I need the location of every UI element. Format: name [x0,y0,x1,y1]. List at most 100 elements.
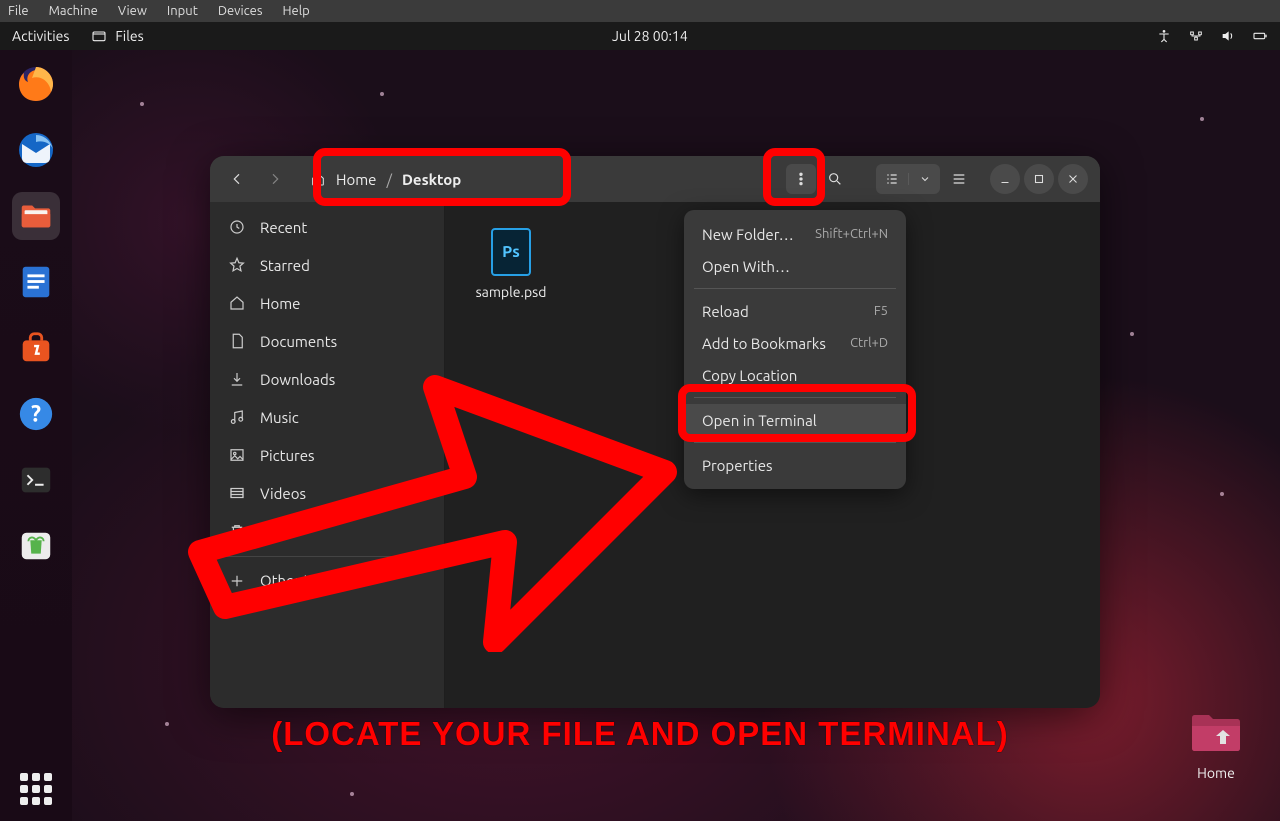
ctx-kbd: Ctrl+D [850,336,888,350]
vbox-menu-help[interactable]: Help [283,4,310,18]
desktop-home-folder[interactable]: Home [1190,710,1242,781]
sidebar-item-starred[interactable]: Starred [210,246,444,284]
breadcrumb-home[interactable]: Home [336,171,376,188]
accessibility-icon[interactable] [1156,28,1172,44]
show-applications[interactable] [20,773,52,805]
sidebar-item-label: Music [260,409,299,426]
location-menu-button[interactable] [786,164,816,194]
sidebar-item-label: Documents [260,333,337,350]
chevron-down-icon [919,173,931,185]
psd-icon: Ps [491,228,531,276]
ctx-label: Properties [702,457,773,474]
ctx-label: Add to Bookmarks [702,335,826,352]
folder-icon [1190,710,1242,754]
sidebar-item-label: Home [260,295,300,312]
ctx-open-terminal[interactable]: Open in Terminal [684,404,906,436]
vbox-menu-input[interactable]: Input [167,4,198,18]
star-icon [228,256,246,274]
desktop: Activities Files Jul 28 00:14 [0,22,1280,821]
titlebar: Home / Desktop [210,156,1100,202]
ctx-separator [694,397,896,398]
help-icon: ? [17,395,55,433]
home-icon [310,171,326,187]
dock-files[interactable] [12,192,60,240]
sidebar-item-label: Trash [260,523,296,540]
trash-icon [17,527,55,565]
list-view-icon [884,171,900,187]
sidebar-item-label: Videos [260,485,306,502]
home-icon [228,294,246,312]
music-icon [228,408,246,426]
places-sidebar: Recent Starred Home Documents Downloads … [210,202,445,708]
dock-thunderbird[interactable] [12,126,60,174]
ctx-reload[interactable]: ReloadF5 [684,295,906,327]
dock-software[interactable] [12,324,60,372]
dock-terminal[interactable] [12,456,60,504]
vbox-menu-file[interactable]: File [8,4,29,18]
activities-button[interactable]: Activities [12,28,69,44]
sidebar-item-pictures[interactable]: Pictures [210,436,444,474]
software-icon [17,329,55,367]
file-sample-psd[interactable]: Ps sample.psd [471,228,551,300]
dock-help[interactable]: ? [12,390,60,438]
view-mode-switch[interactable] [876,164,940,194]
ctx-add-bookmark[interactable]: Add to Bookmarks Ctrl+D [684,327,906,359]
sidebar-item-label: Downloads [260,371,335,388]
ctx-copy-location[interactable]: Copy Location [684,359,906,391]
files-app-icon [91,28,107,44]
sidebar-item-other-locations[interactable]: Other Locations [210,556,444,594]
sidebar-item-downloads[interactable]: Downloads [210,360,444,398]
sidebar-item-documents[interactable]: Documents [210,322,444,360]
sidebar-item-trash[interactable]: Trash [210,512,444,550]
ctx-new-folder[interactable]: New Folder…Shift+Ctrl+N [684,218,906,250]
ctx-properties[interactable]: Properties [684,449,906,481]
nav-back-button[interactable] [222,164,252,194]
battery-icon[interactable] [1252,28,1268,44]
breadcrumb[interactable]: Home / Desktop [298,162,473,196]
terminal-icon [17,461,55,499]
vbox-menu-view[interactable]: View [118,4,147,18]
maximize-button[interactable] [1024,164,1054,194]
volume-icon[interactable] [1220,28,1236,44]
sidebar-item-music[interactable]: Music [210,398,444,436]
ctx-kbd: F5 [874,304,888,318]
dock-firefox[interactable] [12,60,60,108]
network-icon[interactable] [1188,28,1204,44]
firefox-icon [16,64,56,104]
ctx-label: Open in Terminal [702,412,817,429]
vbox-menu-bar: File Machine View Input Devices Help [0,0,1280,22]
minimize-button[interactable] [990,164,1020,194]
vbox-menu-devices[interactable]: Devices [218,4,263,18]
sidebar-item-home[interactable]: Home [210,284,444,322]
ctx-separator [694,442,896,443]
ctx-open-with[interactable]: Open With… [684,250,906,282]
context-menu: New Folder…Shift+Ctrl+N Open With… Reloa… [684,210,906,489]
annotation-caption: (LOCATE YOUR FILE AND OPEN TERMINAL) [271,715,1009,753]
files-window: Home / Desktop Recent [210,156,1100,708]
folder-icon [17,197,55,235]
breadcrumb-current[interactable]: Desktop [402,171,461,188]
ctx-separator [694,288,896,289]
sidebar-item-videos[interactable]: Videos [210,474,444,512]
ctx-label: Open With… [702,258,790,275]
nav-forward-button[interactable] [260,164,290,194]
sidebar-item-recent[interactable]: Recent [210,208,444,246]
trash-icon [228,522,246,540]
vbox-menu-machine[interactable]: Machine [49,4,98,18]
dock-trash[interactable] [12,522,60,570]
thunderbird-icon [16,130,56,170]
dock-libreoffice[interactable] [12,258,60,306]
sidebar-item-label: Starred [260,257,310,274]
search-button[interactable] [820,164,850,194]
hamburger-menu-button[interactable] [944,164,974,194]
doc-icon [228,332,246,350]
topbar-app-menu[interactable]: Files [91,28,143,44]
close-button[interactable] [1058,164,1088,194]
sidebar-item-label: Pictures [260,447,315,464]
ctx-label: Copy Location [702,367,797,384]
clock[interactable]: Jul 28 00:14 [612,28,688,44]
sidebar-item-label: Recent [260,219,307,236]
plus-icon [228,572,246,590]
gnome-topbar: Activities Files Jul 28 00:14 [0,22,1280,50]
dock: ? [0,50,72,821]
